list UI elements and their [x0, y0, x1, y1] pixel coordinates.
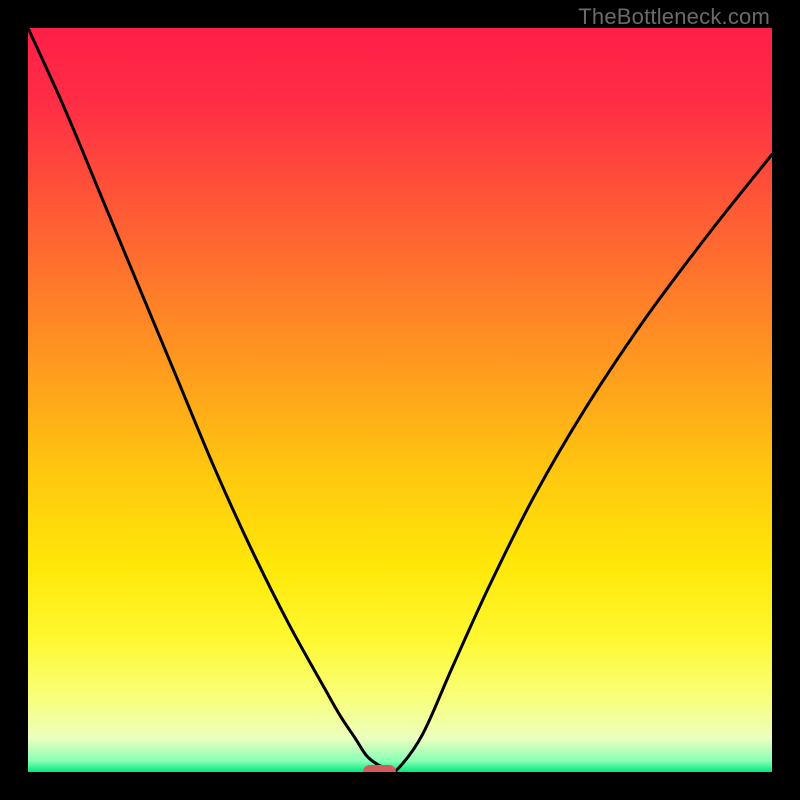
plot-area: [28, 28, 772, 772]
watermark-text: TheBottleneck.com: [578, 4, 770, 30]
chart-frame: TheBottleneck.com: [0, 0, 800, 800]
optimal-range-marker: [363, 765, 396, 772]
bottleneck-curve: [28, 28, 772, 772]
